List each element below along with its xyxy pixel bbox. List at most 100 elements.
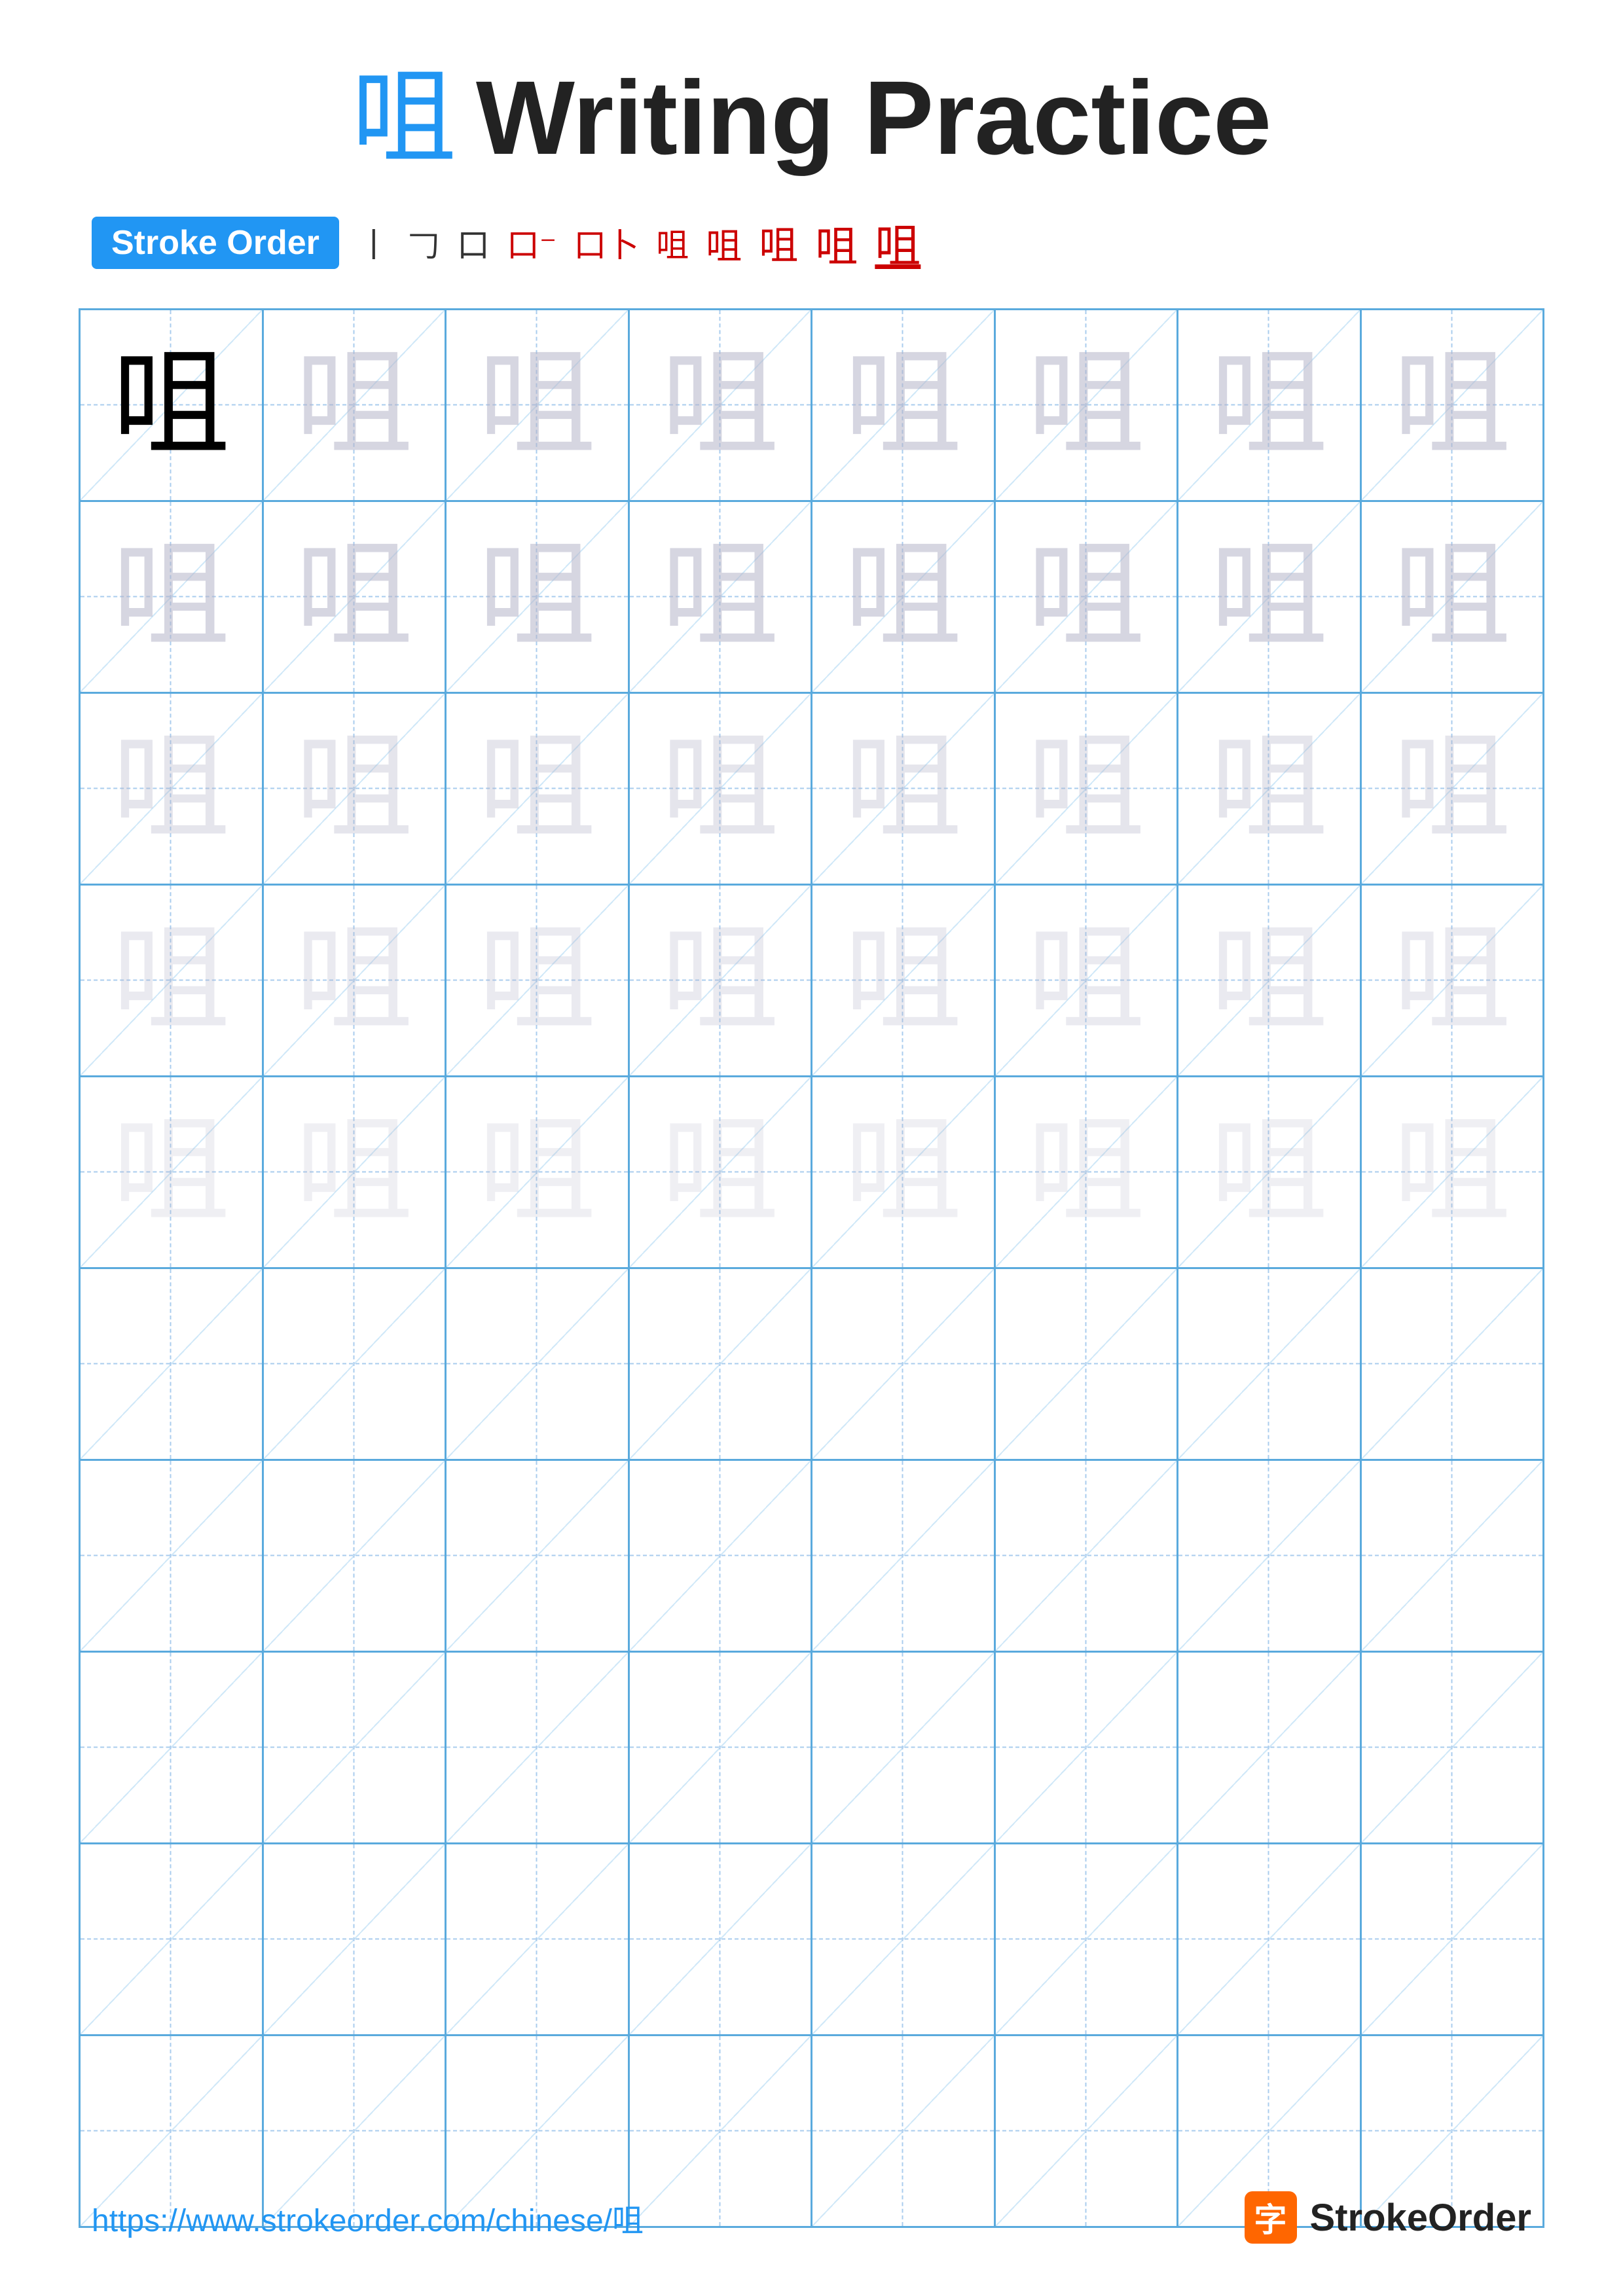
grid-cell-4-8[interactable]: 咀 <box>1362 886 1543 1075</box>
practice-char-faint: 咀 <box>1393 730 1511 848</box>
grid-cell-2-7[interactable]: 咀 <box>1178 502 1362 692</box>
practice-char-faint: 咀 <box>1027 1113 1145 1231</box>
grid-cell-3-4[interactable]: 咀 <box>630 694 813 884</box>
grid-cell-7-3[interactable] <box>447 1461 630 1651</box>
grid-cell-1-2[interactable]: 咀 <box>264 310 447 500</box>
grid-cell-8-7[interactable] <box>1178 1653 1362 1842</box>
grid-cell-2-5[interactable]: 咀 <box>812 502 996 692</box>
grid-cell-2-4[interactable]: 咀 <box>630 502 813 692</box>
title-area: 咀 Writing Practice <box>352 65 1271 170</box>
grid-cell-5-5[interactable]: 咀 <box>812 1077 996 1267</box>
grid-cell-8-1[interactable] <box>81 1653 264 1842</box>
grid-cell-9-8[interactable] <box>1362 1844 1543 2034</box>
grid-cell-7-1[interactable] <box>81 1461 264 1651</box>
grid-cell-2-6[interactable]: 咀 <box>996 502 1179 692</box>
grid-cell-8-4[interactable] <box>630 1653 813 1842</box>
grid-cell-6-5[interactable] <box>812 1269 996 1459</box>
grid-cell-3-1[interactable]: 咀 <box>81 694 264 884</box>
grid-cell-7-7[interactable] <box>1178 1461 1362 1651</box>
grid-cell-8-6[interactable] <box>996 1653 1179 1842</box>
grid-cell-6-3[interactable] <box>447 1269 630 1459</box>
stroke-order-badge: Stroke Order <box>92 217 339 269</box>
grid-cell-4-4[interactable]: 咀 <box>630 886 813 1075</box>
practice-char-faint: 咀 <box>112 922 230 1039</box>
practice-char-faint: 咀 <box>844 1113 962 1231</box>
grid-cell-7-4[interactable] <box>630 1461 813 1651</box>
grid-cell-7-2[interactable] <box>264 1461 447 1651</box>
grid-cell-9-7[interactable] <box>1178 1844 1362 2034</box>
practice-char-faint: 咀 <box>295 1113 413 1231</box>
grid-cell-8-5[interactable] <box>812 1653 996 1842</box>
grid-cell-1-7[interactable]: 咀 <box>1178 310 1362 500</box>
grid-cell-5-8[interactable]: 咀 <box>1362 1077 1543 1267</box>
grid-cell-6-4[interactable] <box>630 1269 813 1459</box>
grid-cell-3-3[interactable]: 咀 <box>447 694 630 884</box>
practice-char-faint: 咀 <box>1393 922 1511 1039</box>
grid-cell-5-4[interactable]: 咀 <box>630 1077 813 1267</box>
grid-cell-2-2[interactable]: 咀 <box>264 502 447 692</box>
grid-cell-4-7[interactable]: 咀 <box>1178 886 1362 1075</box>
title-text: Writing Practice <box>476 65 1271 170</box>
grid-row-9 <box>81 1844 1542 2036</box>
grid-cell-4-3[interactable]: 咀 <box>447 886 630 1075</box>
grid-cell-8-3[interactable] <box>447 1653 630 1842</box>
grid-row-1: 咀 咀 咀 咀 咀 咀 咀 <box>81 310 1542 502</box>
grid-cell-2-8[interactable]: 咀 <box>1362 502 1543 692</box>
grid-cell-8-2[interactable] <box>264 1653 447 1842</box>
grid-cell-5-1[interactable]: 咀 <box>81 1077 264 1267</box>
grid-cell-5-3[interactable]: 咀 <box>447 1077 630 1267</box>
grid-cell-1-3[interactable]: 咀 <box>447 310 630 500</box>
practice-char-faint: 咀 <box>661 730 779 848</box>
stroke-5: 口卜 <box>574 219 639 266</box>
grid-cell-4-1[interactable]: 咀 <box>81 886 264 1075</box>
grid-cell-5-2[interactable]: 咀 <box>264 1077 447 1267</box>
practice-char-faint: 咀 <box>1210 922 1328 1039</box>
grid-cell-7-5[interactable] <box>812 1461 996 1651</box>
stroke-9: 咀 <box>815 212 858 274</box>
grid-cell-1-4[interactable]: 咀 <box>630 310 813 500</box>
grid-cell-9-6[interactable] <box>996 1844 1179 2034</box>
grid-cell-9-4[interactable] <box>630 1844 813 2034</box>
stroke-2: 𠃌 <box>407 219 440 266</box>
grid-cell-1-6[interactable]: 咀 <box>996 310 1179 500</box>
practice-char-faint: 咀 <box>1210 730 1328 848</box>
grid-row-4: 咀 咀 咀 咀 咀 咀 咀 <box>81 886 1542 1077</box>
practice-char-faint: 咀 <box>295 730 413 848</box>
grid-cell-8-8[interactable] <box>1362 1653 1543 1842</box>
grid-cell-2-1[interactable]: 咀 <box>81 502 264 692</box>
practice-char-ghost: 咀 <box>661 346 779 464</box>
grid-cell-7-6[interactable] <box>996 1461 1179 1651</box>
grid-cell-3-5[interactable]: 咀 <box>812 694 996 884</box>
stroke-3: 口 <box>457 219 490 266</box>
practice-char-ghost: 咀 <box>844 538 962 656</box>
practice-char-ghost: 咀 <box>1027 346 1145 464</box>
grid-cell-3-6[interactable]: 咀 <box>996 694 1179 884</box>
grid-cell-9-5[interactable] <box>812 1844 996 2034</box>
stroke-6: 咀 <box>656 219 689 266</box>
grid-cell-7-8[interactable] <box>1362 1461 1543 1651</box>
grid-cell-1-5[interactable]: 咀 <box>812 310 996 500</box>
grid-cell-9-2[interactable] <box>264 1844 447 2034</box>
grid-cell-1-1[interactable]: 咀 <box>81 310 264 500</box>
grid-cell-5-6[interactable]: 咀 <box>996 1077 1179 1267</box>
grid-cell-3-2[interactable]: 咀 <box>264 694 447 884</box>
stroke-1: 丨 <box>357 219 390 266</box>
grid-cell-4-6[interactable]: 咀 <box>996 886 1179 1075</box>
grid-cell-5-7[interactable]: 咀 <box>1178 1077 1362 1267</box>
grid-cell-6-6[interactable] <box>996 1269 1179 1459</box>
grid-cell-4-5[interactable]: 咀 <box>812 886 996 1075</box>
grid-cell-3-8[interactable]: 咀 <box>1362 694 1543 884</box>
practice-char-ghost: 咀 <box>1393 538 1511 656</box>
grid-cell-6-8[interactable] <box>1362 1269 1543 1459</box>
grid-cell-1-8[interactable]: 咀 <box>1362 310 1543 500</box>
grid-cell-6-7[interactable] <box>1178 1269 1362 1459</box>
grid-cell-6-1[interactable] <box>81 1269 264 1459</box>
grid-cell-6-2[interactable] <box>264 1269 447 1459</box>
grid-cell-9-1[interactable] <box>81 1844 264 2034</box>
grid-cell-2-3[interactable]: 咀 <box>447 502 630 692</box>
grid-cell-3-7[interactable]: 咀 <box>1178 694 1362 884</box>
footer-brand: 字 StrokeOrder <box>1245 2191 1531 2244</box>
grid-cell-4-2[interactable]: 咀 <box>264 886 447 1075</box>
footer-url[interactable]: https://www.strokeorder.com/chinese/咀 <box>92 2195 644 2240</box>
grid-cell-9-3[interactable] <box>447 1844 630 2034</box>
